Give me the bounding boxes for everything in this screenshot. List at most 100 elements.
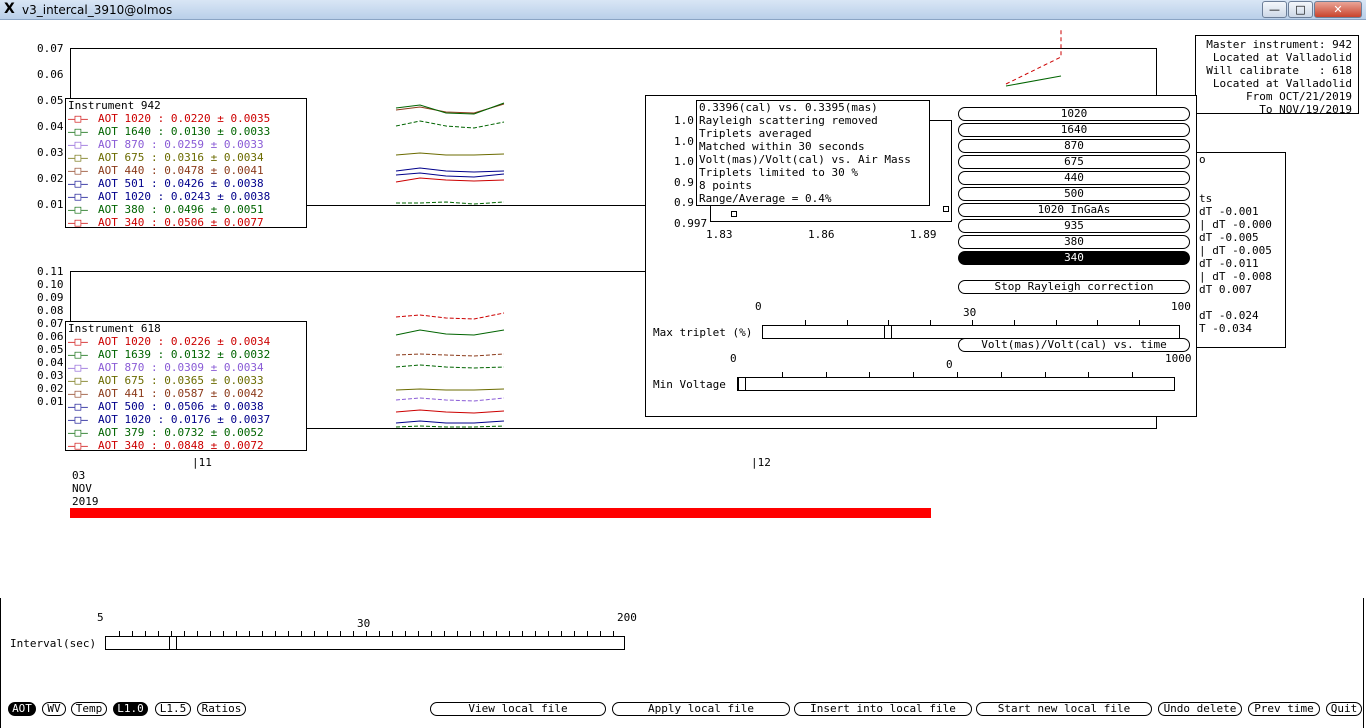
legend-row: —□— AOT 441 : 0.0587 ± 0.0042 (68, 387, 264, 400)
slider-tick (1044, 372, 1046, 378)
trace-extra-right (1005, 75, 1062, 87)
series-marker-icon: —□— (68, 348, 88, 361)
partial-line: | dT -0.000 (1199, 218, 1272, 231)
slider-tick (600, 631, 601, 637)
slider-tick (1013, 320, 1015, 326)
trace-1639-bottom (395, 425, 505, 428)
legend-label: AOT 500 : (98, 400, 158, 413)
series-marker-icon: —□— (68, 125, 88, 138)
interval-label: Interval(sec) (10, 637, 97, 650)
aot-button[interactable]: AOT (8, 702, 36, 716)
master-info-line: Master instrument: 942 (1206, 38, 1352, 51)
slider-tick (327, 631, 328, 637)
partial-line: ts (1199, 192, 1213, 205)
slider-tick (197, 631, 198, 637)
quit-button[interactable]: Quit (1326, 702, 1362, 716)
slider-thumb[interactable] (884, 325, 893, 339)
slider-thumb[interactable] (738, 377, 746, 391)
partial-line: dT -0.001 (1199, 205, 1259, 218)
l15-button[interactable]: L1.5 (155, 702, 191, 716)
legend-label: AOT 501 : (98, 177, 158, 190)
max-triplet-max: 100 (1171, 300, 1191, 313)
progress-bar (70, 508, 931, 518)
slider-tick (184, 631, 185, 637)
start-new-local-file-button[interactable]: Start new local file (976, 702, 1152, 716)
legend-value: 0.0226 ± 0.0034 (164, 335, 271, 348)
wv-button[interactable]: WV (42, 702, 66, 716)
legend-row: —□— AOT 379 : 0.0732 ± 0.0052 (68, 426, 264, 439)
wavelength-button[interactable]: 1640 (958, 123, 1190, 137)
interval-max: 200 (617, 611, 637, 624)
max-triplet-label: Max triplet (%) (653, 326, 753, 339)
popup-info-line: Matched within 30 seconds (699, 140, 865, 153)
slider-tick (236, 631, 237, 637)
legend-row: —□— AOT 1020 : 0.0220 ± 0.0035 (68, 112, 270, 125)
legend-row: —□— AOT 675 : 0.0365 ± 0.0033 (68, 374, 264, 387)
master-info-line: From OCT/21/2019 (1246, 90, 1352, 103)
view-local-file-button[interactable]: View local file (430, 702, 606, 716)
slider-tick (223, 631, 224, 637)
l10-button[interactable]: L1.0 (113, 702, 148, 716)
legend-value: 0.0132 ± 0.0032 (164, 348, 271, 361)
slider-tick (366, 631, 367, 637)
legend-value: 0.0506 ± 0.0077 (157, 216, 264, 229)
wavelength-button[interactable]: 380 (958, 235, 1190, 249)
legend-value: 0.0506 ± 0.0038 (157, 400, 264, 413)
temp-button[interactable]: Temp (71, 702, 107, 716)
slider-tick (418, 631, 419, 637)
wavelength-button[interactable]: 870 (958, 139, 1190, 153)
series-marker-icon: —□— (68, 177, 88, 190)
wavelength-button[interactable]: 675 (958, 155, 1190, 169)
slider-tick (522, 631, 523, 637)
max-triplet-slider[interactable] (762, 320, 1180, 339)
slider-tick (496, 631, 497, 637)
wavelength-button[interactable]: 340 (958, 251, 1190, 265)
slider-tick (405, 631, 406, 637)
slider-tick (1097, 320, 1099, 326)
legend-value: 0.0496 ± 0.0051 (157, 203, 264, 216)
wavelength-button[interactable]: 1020 InGaAs (958, 203, 1190, 217)
lower-panel-border (0, 598, 1, 728)
slider-thumb[interactable] (168, 636, 177, 650)
series-marker-icon: —□— (68, 138, 88, 151)
volt-vs-time-button[interactable]: Volt(mas)/Volt(cal) vs. time (958, 338, 1190, 352)
slider-tick (869, 372, 871, 378)
slider-tick (379, 631, 380, 637)
stop-rayleigh-button[interactable]: Stop Rayleigh correction (958, 280, 1190, 294)
master-info-line: Located at Valladolid (1206, 77, 1352, 90)
interval-slider[interactable] (105, 631, 625, 650)
slider-tick (392, 631, 393, 637)
min-voltage-min: 0 (730, 352, 737, 365)
mini-y-tick: 0.9 (674, 175, 694, 189)
wavelength-button[interactable]: 935 (958, 219, 1190, 233)
slider-tick (804, 320, 806, 326)
insert-local-file-button[interactable]: Insert into local file (794, 702, 972, 716)
slider-tick (288, 631, 289, 637)
prev-time-button[interactable]: Prev time (1248, 702, 1320, 716)
trace-500-bottom (395, 364, 505, 369)
partial-line: | dT -0.008 (1199, 270, 1272, 283)
slider-tick (1139, 320, 1141, 326)
wavelength-button[interactable]: 440 (958, 171, 1190, 185)
min-voltage-slider[interactable] (737, 372, 1175, 391)
slider-tick (457, 631, 458, 637)
trace-379-bottom (395, 329, 505, 336)
trace-440-top (395, 120, 505, 129)
ratios-button[interactable]: Ratios (197, 702, 246, 716)
series-marker-icon: —□— (68, 413, 88, 426)
date-day: 03 (72, 469, 86, 482)
slider-tick (930, 320, 932, 326)
series-marker-icon: —□— (68, 190, 88, 203)
legend-row: —□— AOT 1020 : 0.0226 ± 0.0034 (68, 335, 270, 348)
slider-tick (509, 631, 510, 637)
apply-local-file-button[interactable]: Apply local file (612, 702, 790, 716)
slider-tick (158, 631, 159, 637)
trace-extra-right-red (1005, 30, 1062, 85)
legend-value: 0.0309 ± 0.0034 (157, 361, 264, 374)
slider-tick (353, 631, 354, 637)
slider-tick (132, 631, 133, 637)
slider-tick (275, 631, 276, 637)
wavelength-button[interactable]: 500 (958, 187, 1190, 201)
undo-delete-button[interactable]: Undo delete (1158, 702, 1242, 716)
wavelength-button[interactable]: 1020 (958, 107, 1190, 121)
